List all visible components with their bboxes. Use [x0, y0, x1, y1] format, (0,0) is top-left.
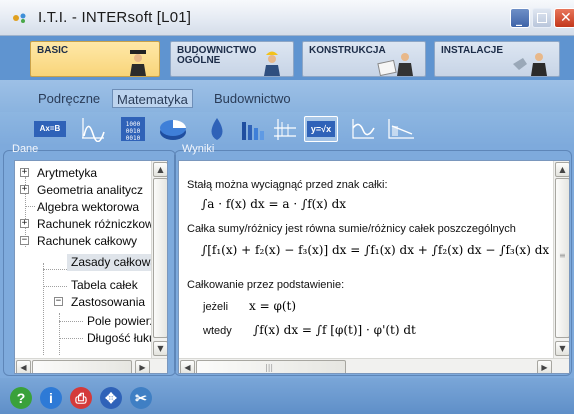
- matrix-icon[interactable]: 1000 0010 0010: [120, 116, 146, 142]
- tree-item[interactable]: Tabela całek: [15, 277, 155, 294]
- tree-item[interactable]: Pole powierzchni: [15, 313, 167, 330]
- pie-chart-icon[interactable]: [158, 116, 188, 142]
- subtab-matematyka[interactable]: Matematyka: [112, 89, 193, 108]
- category-konstrukcja[interactable]: KONSTRUKCJA: [302, 41, 426, 77]
- builder-figure-icon: [264, 51, 280, 76]
- help-icon[interactable]: ?: [10, 387, 32, 409]
- tools-icon[interactable]: ✂: [130, 387, 152, 409]
- tree-item[interactable]: Algebra wektorowa: [15, 199, 155, 216]
- results-vscrollbar[interactable]: ▲ ≡ ▼: [553, 161, 569, 358]
- tree-vscrollbar[interactable]: ▲ ▼: [151, 161, 167, 358]
- app-icon: [13, 13, 26, 23]
- svg-text:0010: 0010: [126, 135, 141, 142]
- scroll-down-button[interactable]: ▼: [555, 341, 569, 356]
- installer-figure-icon: [513, 53, 547, 76]
- rule-substitution-text: Całkowanie przez podstawienie:: [187, 279, 345, 291]
- subtab-strip: Podręczne Matematyka Budownictwo: [0, 80, 574, 112]
- engineer-figure-icon: [377, 53, 413, 76]
- scroll-up-button[interactable]: ▲: [555, 162, 569, 177]
- root-icon[interactable]: y=√x: [304, 116, 338, 142]
- collapse-icon[interactable]: −: [20, 236, 29, 245]
- tree-item[interactable]: − Rachunek całkowy: [15, 233, 155, 250]
- expand-icon[interactable]: +: [20, 168, 29, 177]
- tree-item[interactable]: + Rachunek różniczkowy: [15, 216, 160, 233]
- tree-hscrollbar[interactable]: ◀ ▶: [15, 358, 167, 373]
- maximize-button[interactable]: [532, 8, 552, 28]
- formula-constant: ∫a · f(x) dx = a · ∫f(x) dx: [201, 197, 347, 211]
- window-title: I.T.I. - INTERsoft [L01]: [38, 9, 192, 26]
- minimize-button[interactable]: _: [510, 8, 530, 28]
- expand-icon[interactable]: +: [20, 219, 29, 228]
- scroll-thumb[interactable]: ≡: [555, 178, 569, 338]
- print-icon[interactable]: ⎙: [70, 387, 92, 409]
- category-budownictwo[interactable]: BUDOWNICTWO OGÓLNE: [170, 41, 294, 77]
- drop-icon[interactable]: [204, 116, 230, 142]
- svg-text:1000: 1000: [126, 121, 141, 128]
- formula-substitution-condition: x = φ(t): [249, 299, 297, 313]
- scroll-up-button[interactable]: ▲: [153, 162, 167, 177]
- title-bar[interactable]: I.T.I. - INTERsoft [L01] _ ✕: [0, 0, 574, 36]
- tree-item[interactable]: − Zastosowania: [15, 294, 155, 311]
- svg-text:0010: 0010: [126, 128, 141, 135]
- category-instalacje[interactable]: INSTALACJE: [434, 41, 560, 77]
- rule-sum-text: Całka sumy/różnicy jest równa sumie/różn…: [187, 223, 516, 235]
- results-hscrollbar[interactable]: ◀ ||| ▶: [179, 358, 569, 373]
- scroll-thumb[interactable]: |||: [196, 360, 346, 373]
- axes-icon[interactable]: [272, 116, 298, 142]
- formula-substitution: ∫f(x) dx = ∫f [φ(t)] · φ'(t) dt: [253, 323, 416, 337]
- subtab-budownictwo[interactable]: Budownictwo: [210, 89, 295, 108]
- rule-constant-text: Stałą można wyciągnąć przed znak całki:: [187, 179, 388, 191]
- tree-view[interactable]: + Arytmetyka + Geometria analitycz Algeb…: [14, 160, 168, 374]
- scroll-left-button[interactable]: ◀: [180, 360, 195, 373]
- scroll-thumb[interactable]: [153, 178, 167, 338]
- graduate-figure-icon: [130, 50, 146, 76]
- footer-bar: ? i ⎙ ✥ ✂: [0, 378, 574, 414]
- then-label: wtedy: [203, 325, 232, 337]
- expand-icon[interactable]: +: [20, 185, 29, 194]
- scroll-down-button[interactable]: ▼: [153, 341, 167, 356]
- tree-item[interactable]: + Arytmetyka: [15, 165, 155, 182]
- tree-panel-label: Dane: [12, 143, 39, 155]
- info-icon[interactable]: i: [40, 387, 62, 409]
- scroll-right-button[interactable]: ▶: [537, 360, 552, 373]
- results-panel-label: Wyniki: [182, 143, 215, 155]
- wave-icon[interactable]: [350, 116, 376, 142]
- category-bar: BASIC BUDOWNICTWO OGÓLNE KONSTRUKCJA INS…: [0, 36, 574, 80]
- scroll-thumb[interactable]: [32, 360, 132, 373]
- if-label: jeżeli: [203, 301, 229, 313]
- tree-item-selected[interactable]: Zasady całkowania: [67, 254, 167, 271]
- subtab-podreczne[interactable]: Podręczne: [34, 89, 104, 108]
- bar-chart-icon[interactable]: [240, 116, 266, 142]
- tree-item[interactable]: Długość łuku: [15, 330, 156, 347]
- results-view[interactable]: Stałą można wyciągnąć przed znak całki: …: [178, 160, 570, 374]
- equation-icon[interactable]: Ax=B: [34, 116, 66, 142]
- area-icon[interactable]: [386, 116, 416, 142]
- curve-icon[interactable]: [80, 116, 106, 142]
- collapse-icon[interactable]: −: [54, 297, 63, 306]
- scroll-right-button[interactable]: ▶: [135, 360, 150, 373]
- tree-item[interactable]: + Geometria analitycz: [15, 182, 155, 199]
- category-basic[interactable]: BASIC: [30, 41, 160, 77]
- scroll-left-button[interactable]: ◀: [16, 360, 31, 373]
- navigate-icon[interactable]: ✥: [100, 387, 122, 409]
- close-button[interactable]: ✕: [554, 8, 574, 28]
- formula-sum: ∫[f₁(x) + f₂(x) − f₃(x)] dx = ∫f₁(x) dx …: [201, 243, 550, 257]
- toolbar: Ax=B 1000 0010 0010 y=√x: [0, 112, 574, 146]
